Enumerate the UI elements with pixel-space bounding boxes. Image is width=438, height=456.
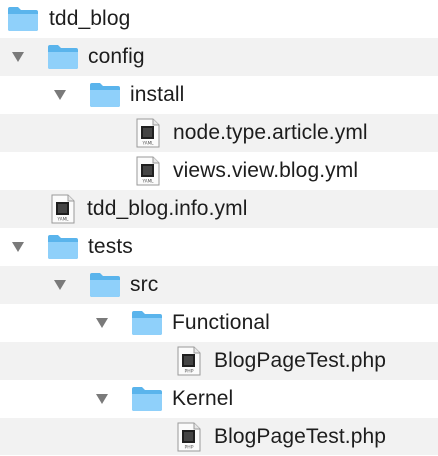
file-badge: YAML bbox=[141, 179, 154, 184]
tree-row-tdd-blog-info-yml[interactable]: YAML tdd_blog.info.yml bbox=[0, 190, 438, 228]
tree-item-label: node.type.article.yml bbox=[173, 121, 368, 144]
folder-icon bbox=[90, 273, 120, 297]
folder-icon bbox=[48, 45, 78, 69]
tree-item-label: views.view.blog.yml bbox=[173, 159, 359, 182]
yaml-file-icon: YAML bbox=[136, 156, 160, 186]
folder-icon bbox=[8, 7, 38, 31]
disclosure-triangle-expanded-icon[interactable] bbox=[11, 51, 25, 63]
tree-row-functional[interactable]: Functional bbox=[0, 304, 438, 342]
disclosure-triangle-expanded-icon[interactable] bbox=[95, 393, 109, 405]
php-file-icon: PHP bbox=[177, 422, 201, 451]
disclosure-triangle-expanded-icon[interactable] bbox=[95, 317, 109, 329]
tree-row-blogpagetest-php-functional[interactable]: PHP BlogPageTest.php bbox=[0, 342, 438, 380]
tree-row-config[interactable]: config bbox=[0, 38, 438, 76]
folder-icon bbox=[132, 311, 162, 335]
folder-icon bbox=[132, 387, 162, 411]
folder-icon bbox=[90, 83, 120, 107]
tree-item-label: install bbox=[130, 83, 185, 106]
file-badge: YAML bbox=[56, 217, 69, 222]
yaml-file-icon: YAML bbox=[51, 194, 75, 224]
tree-item-label: tdd_blog.info.yml bbox=[87, 197, 248, 220]
tree-row-blogpagetest-php-kernel[interactable]: PHP BlogPageTest.php bbox=[0, 418, 438, 455]
disclosure-triangle-expanded-icon[interactable] bbox=[53, 89, 67, 101]
php-file-icon: PHP bbox=[177, 346, 201, 376]
yaml-file-icon: YAML bbox=[136, 118, 160, 148]
tree-item-label: Kernel bbox=[172, 387, 234, 410]
file-badge: PHP bbox=[185, 444, 194, 450]
tree-row-kernel[interactable]: Kernel bbox=[0, 380, 438, 418]
tree-row-tdd-blog[interactable]: tdd_blog bbox=[0, 0, 438, 38]
tree-row-install[interactable]: install bbox=[0, 76, 438, 114]
file-badge: PHP bbox=[185, 369, 194, 375]
tree-row-src[interactable]: src bbox=[0, 266, 438, 304]
file-badge: YAML bbox=[141, 141, 154, 146]
tree-row-node-type-article-yml[interactable]: YAML node.type.article.yml bbox=[0, 114, 438, 152]
tree-item-label: tdd_blog bbox=[49, 7, 131, 30]
tree-item-label: src bbox=[130, 273, 159, 296]
disclosure-triangle-expanded-icon[interactable] bbox=[11, 241, 25, 253]
file-tree: tdd_blog config install YAML node.type.a… bbox=[0, 0, 438, 455]
tree-item-label: config bbox=[88, 45, 145, 68]
tree-row-views-view-blog-yml[interactable]: YAML views.view.blog.yml bbox=[0, 152, 438, 190]
tree-item-label: tests bbox=[88, 235, 133, 258]
tree-item-label: BlogPageTest.php bbox=[214, 424, 387, 448]
disclosure-triangle-expanded-icon[interactable] bbox=[53, 279, 67, 291]
folder-icon bbox=[48, 235, 78, 259]
tree-row-tests[interactable]: tests bbox=[0, 228, 438, 266]
tree-item-label: Functional bbox=[172, 311, 270, 334]
tree-item-label: BlogPageTest.php bbox=[214, 349, 387, 372]
